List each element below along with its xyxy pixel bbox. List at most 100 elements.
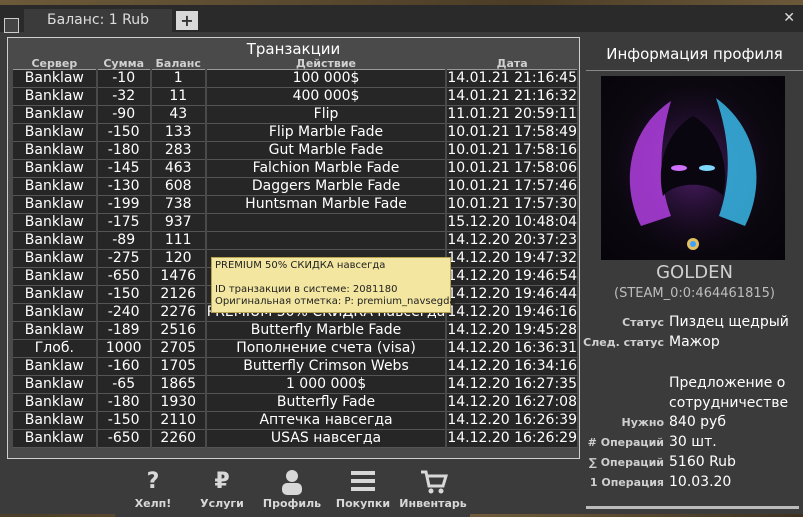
profile-bottom-divider [586, 506, 799, 509]
cell-action: Daggers Marble Fade [206, 178, 446, 196]
table-row[interactable]: Banklaw -32 11 400 000$ 14.01.21 21:16:32 [13, 88, 577, 106]
steam-id: (STEAM_0:0:464461815) [614, 286, 775, 301]
table-row[interactable]: Banklaw -175 937 15.12.20 10:48:04 [13, 214, 577, 232]
cell-amount: -150 [97, 124, 150, 142]
table-row[interactable]: Banklaw -180 1930 Butterfly Fade 14.12.20 16… [13, 394, 577, 412]
header-action: Действие [206, 58, 446, 70]
profile-panel: Информация профиля GOLDEN (STEAM_0:0:464… [583, 40, 803, 514]
cell-amount: -65 [97, 376, 150, 394]
cell-balance: 11 [151, 88, 205, 106]
cell-amount: -89 [97, 232, 150, 250]
table-row[interactable]: Banklaw -89 111 14.12.20 20:37:23 [13, 232, 577, 250]
cell-balance: 283 [151, 142, 205, 160]
cell-date: 14.12.20 19:47:32 [447, 250, 577, 268]
cell-amount: -145 [97, 160, 150, 178]
table-row[interactable]: Banklaw -65 1865 1 000 000$ 14.12.20 16:27:3… [13, 376, 577, 394]
table-row[interactable]: Banklaw -189 2516 Butterfly Marble Fade 14.1… [13, 322, 577, 340]
cell-amount: -240 [97, 304, 150, 322]
table-row[interactable]: Banklaw -160 1705 Butterfly Crimson Webs 14.… [13, 358, 577, 376]
need-value: 840 руб [669, 414, 726, 430]
services-button[interactable]: ₽ Услуги [187, 463, 257, 517]
cell-action [206, 232, 446, 250]
header-amount: Сумма [97, 58, 150, 70]
table-row[interactable]: Banklaw -90 43 Flip 11.01.21 20:59:11 [13, 106, 577, 124]
profile-divider [586, 70, 803, 71]
first-op-key: 1 Операция [589, 476, 664, 489]
cell-balance: 608 [151, 178, 205, 196]
cell-server: Banklaw [13, 322, 96, 340]
help-button[interactable]: ? Хелп! [118, 463, 188, 517]
cell-balance: 2126 [151, 286, 205, 304]
cell-amount: -180 [97, 394, 150, 412]
cell-date: 14.12.20 16:27:08 [447, 394, 577, 412]
purchases-button[interactable]: Покупки [328, 463, 398, 517]
table-row[interactable]: Banklaw -180 283 Gut Marble Fade 10.01.21 17… [13, 142, 577, 160]
bottom-nav: ? Хелп! ₽ Услуги Профиль Покупки Инвента… [115, 463, 470, 517]
cell-action: Аптечка навсегда [206, 412, 446, 430]
tab-balance[interactable]: Баланс: 1 Rub [24, 9, 172, 32]
cell-amount: -160 [97, 358, 150, 376]
need-key: Нужно [621, 416, 664, 429]
transaction-tooltip: PREMIUM 50% СКИДКА навсегда ID транзакци… [211, 257, 456, 313]
cooperation-offer[interactable]: Предложение о сотрудничестве [669, 373, 803, 413]
cell-action: Falchion Marble Fade [206, 160, 446, 178]
add-tab-button[interactable]: + [176, 11, 198, 30]
cell-amount: -90 [97, 106, 150, 124]
cell-balance: 120 [151, 250, 205, 268]
cell-date: 14.12.20 16:36:31 [447, 340, 577, 358]
table-row[interactable]: Глоб. 1000 2705 Пополнение счета (visa) 14.1… [13, 340, 577, 358]
cell-date: 10.01.21 17:58:16 [447, 142, 577, 160]
tooltip-title: PREMIUM 50% СКИДКА навсегда [215, 260, 386, 271]
table-row[interactable]: Banklaw -199 738 Huntsman Marble Fade 10.01.… [13, 196, 577, 214]
cell-server: Banklaw [13, 250, 96, 268]
cell-action [206, 214, 446, 232]
cell-date: 14.12.20 19:46:16 [447, 304, 577, 322]
cell-date: 14.12.20 16:26:29 [447, 430, 577, 448]
cell-balance: 1865 [151, 376, 205, 394]
cell-amount: -130 [97, 178, 150, 196]
table-row[interactable]: Banklaw -650 2260 USAS навсегда 14.12.20 16:… [13, 430, 577, 448]
table-row[interactable]: Banklaw -145 463 Falchion Marble Fade 10.01.… [13, 160, 577, 178]
cell-server: Banklaw [13, 412, 96, 430]
cell-balance: 1476 [151, 268, 205, 286]
table-row[interactable]: Banklaw -130 608 Daggers Marble Fade 10.01.2… [13, 178, 577, 196]
cell-action: Butterfly Fade [206, 394, 446, 412]
ops-sum-key: ∑ Операций [588, 456, 664, 469]
cell-amount: 1000 [97, 340, 150, 358]
cell-server: Глоб. [13, 340, 96, 358]
cell-action: Flip Marble Fade [206, 124, 446, 142]
header-server: Сервер [13, 58, 96, 70]
cell-action: 400 000$ [206, 88, 446, 106]
profile-button[interactable]: Профиль [257, 463, 327, 517]
ops-sum-value: 5160 Rub [669, 454, 736, 470]
status-key: Статус [622, 316, 664, 329]
table-row[interactable]: Banklaw -10 1 100 000$ 14.01.21 21:16:45 [13, 70, 577, 88]
profile-title: Информация профиля [606, 45, 783, 63]
cell-date: 14.12.20 19:45:28 [447, 322, 577, 340]
ops-count-value: 30 шт. [669, 434, 717, 450]
cell-server: Banklaw [13, 106, 96, 124]
cell-action: Gut Marble Fade [206, 142, 446, 160]
cell-date: 10.01.21 17:57:30 [447, 196, 577, 214]
cell-server: Banklaw [13, 430, 96, 448]
cell-amount: -150 [97, 412, 150, 430]
ruble-icon: ₽ [214, 469, 230, 494]
table-row[interactable]: Banklaw -150 133 Flip Marble Fade 10.01.21 1… [13, 124, 577, 142]
first-op-value: 10.03.20 [669, 474, 732, 490]
status-value: Пиздец щедрый [669, 314, 789, 330]
table-row[interactable]: Banklaw -150 2110 Аптечка навсегда 14.12.20 … [13, 412, 577, 430]
cell-server: Banklaw [13, 286, 96, 304]
cell-amount: -275 [97, 250, 150, 268]
cell-date: 10.01.21 17:57:46 [447, 178, 577, 196]
inventory-button[interactable]: Инвентарь [398, 463, 468, 517]
cell-date: 10.01.21 17:58:06 [447, 160, 577, 178]
cell-balance: 463 [151, 160, 205, 178]
close-icon[interactable]: ✕ [783, 10, 795, 26]
cell-server: Banklaw [13, 196, 96, 214]
cell-balance: 111 [151, 232, 205, 250]
cell-balance: 1 [151, 70, 205, 88]
cell-amount: -650 [97, 430, 150, 448]
transactions-table: Сервер Сумма Баланс Действие Дата Bankla… [11, 58, 579, 448]
window-checkbox[interactable] [4, 18, 19, 33]
cell-server: Banklaw [13, 124, 96, 142]
